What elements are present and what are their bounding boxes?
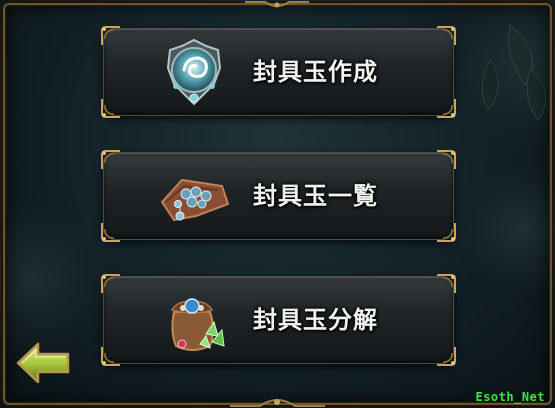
gold-corner-ornament-icon (437, 223, 456, 242)
jewel-list-label: 封具玉一覧 (253, 182, 378, 210)
material-pouch-icon (170, 298, 225, 351)
frame-bottom-ornament-icon (230, 399, 325, 407)
gold-corner-ornament-icon (101, 99, 120, 118)
frame-top-ornament-icon (245, 1, 309, 8)
create-jewel-button[interactable]: 封具玉作成 (101, 26, 456, 118)
gold-corner-ornament-icon (437, 150, 456, 169)
gold-corner-ornament-icon (437, 347, 456, 366)
background-foliage (460, 160, 555, 300)
gold-corner-ornament-icon (101, 26, 120, 45)
gem-cloth-icon (160, 178, 230, 222)
background-foliage (0, 200, 110, 360)
gold-corner-ornament-icon (101, 347, 120, 366)
watermark-text: Esoth_Net (475, 390, 545, 404)
game-screen: 封具玉作成 封具玉一覧 封具玉分解 Esoth_Net (0, 0, 555, 408)
gold-corner-ornament-icon (101, 223, 120, 242)
jewel-crest-icon (166, 38, 222, 106)
back-arrow-icon (16, 342, 70, 384)
gold-corner-ornament-icon (101, 150, 120, 169)
jewel-list-button[interactable]: 封具玉一覧 (101, 150, 456, 242)
leaf-decoration-icon (481, 24, 546, 121)
gold-corner-ornament-icon (437, 99, 456, 118)
gold-corner-ornament-icon (437, 274, 456, 293)
back-button[interactable] (14, 341, 72, 385)
dismantle-jewel-button[interactable]: 封具玉分解 (101, 274, 456, 366)
gold-corner-ornament-icon (437, 26, 456, 45)
dismantle-jewel-label: 封具玉分解 (253, 306, 378, 334)
gold-corner-ornament-icon (101, 274, 120, 293)
create-jewel-label: 封具玉作成 (253, 58, 378, 86)
